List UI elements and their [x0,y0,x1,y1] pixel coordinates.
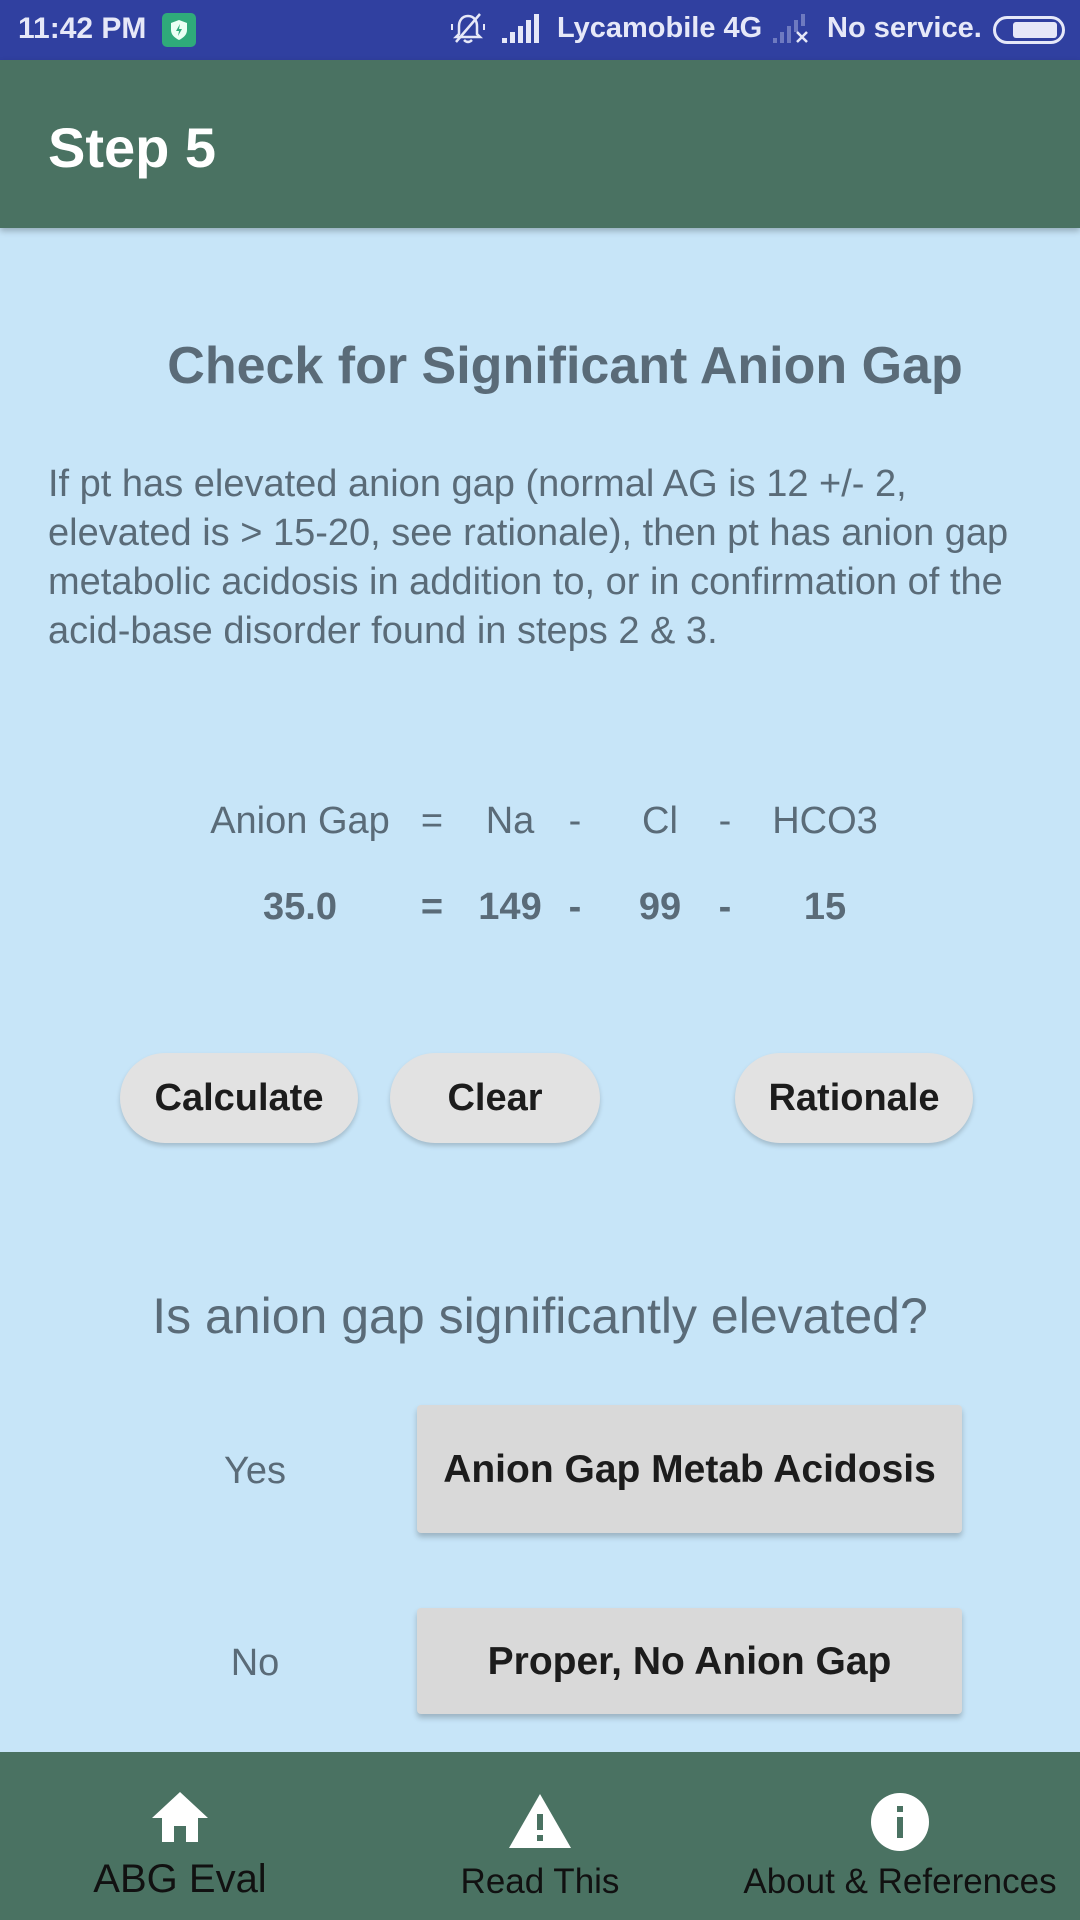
minus-sign: - [718,886,732,928]
equals-sign: = [420,800,444,842]
clear-button[interactable]: Clear [390,1053,600,1143]
bottom-navigation: ABG Eval Read This About & References [0,1752,1080,1920]
calculate-button[interactable]: Calculate [120,1053,358,1143]
warning-icon [507,1792,573,1855]
bicarbonate-value[interactable]: 15 [775,886,875,929]
mute-bell-icon [450,12,486,51]
nav-label: About & References [743,1862,1057,1901]
section-heading: Check for Significant Anion Gap [167,337,963,395]
formula-labels-row: Anion Gap = Na - Cl - HCO3 [0,800,1080,850]
equals-sign: = [420,886,444,928]
nav-item-about-references[interactable]: About & References [720,1752,1080,1920]
status-bar: 11:42 PM Lycamobile 4G No service. [0,0,1080,60]
second-sim-status: No service. [827,12,982,44]
nav-label: Read This [460,1862,620,1901]
bicarbonate-label: HCO3 [772,800,878,842]
nav-item-read-this[interactable]: Read This [360,1752,720,1920]
answer-yes-label: Yes [224,1450,286,1492]
proper-no-anion-gap-button[interactable]: Proper, No Anion Gap [417,1608,962,1714]
battery-icon [993,16,1065,44]
answer-no-label: No [230,1642,280,1684]
nav-item-abg-eval[interactable]: ABG Eval [0,1752,360,1920]
minus-sign: - [568,886,582,928]
chloride-label: Cl [642,800,678,842]
carrier-name: Lycamobile 4G [557,12,763,44]
minus-sign: - [568,800,582,842]
page-title: Step 5 [48,116,217,179]
status-time: 11:42 PM [18,12,147,45]
nav-label: ABG Eval [93,1857,267,1901]
home-icon [150,1790,210,1849]
anion-gap-label: Anion Gap [210,800,390,842]
security-shield-icon [162,13,196,47]
question-text: Is anion gap significantly elevated? [152,1288,928,1344]
app-bar: Step 5 [0,60,1080,228]
chloride-value[interactable]: 99 [620,886,700,929]
sodium-label: Na [485,800,535,842]
description-text: If pt has elevated anion gap (normal AG … [48,463,1009,652]
sodium-value[interactable]: 149 [465,886,555,929]
anion-gap-metab-acidosis-button[interactable]: Anion Gap Metab Acidosis [417,1405,962,1533]
minus-sign: - [718,800,732,842]
formula-values-row: 35.0 = 149 - 99 - 15 [0,886,1080,936]
anion-gap-value: 35.0 [263,886,337,928]
info-icon [870,1792,930,1857]
signal-icon [502,14,540,49]
rationale-button[interactable]: Rationale [735,1053,973,1143]
no-signal-icon [773,14,813,49]
